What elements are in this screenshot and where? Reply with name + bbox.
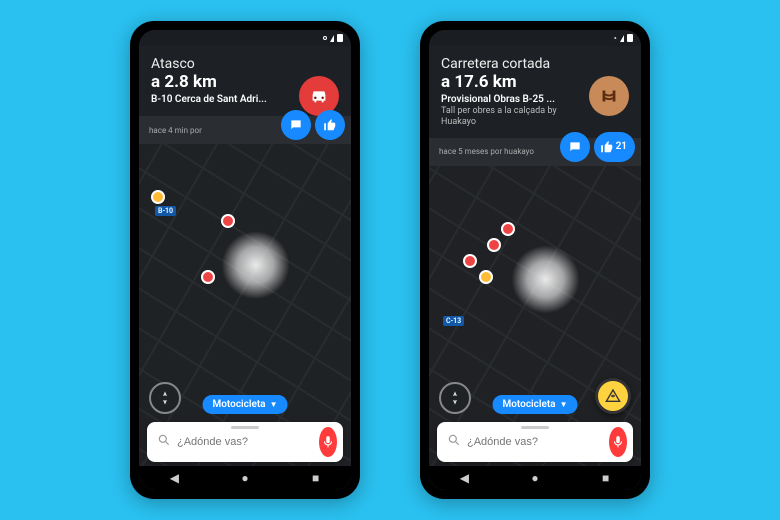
search-input[interactable]: [467, 436, 609, 448]
map-poi-icon[interactable]: [201, 270, 215, 284]
vehicle-chip[interactable]: Motocicleta ▼: [203, 395, 288, 414]
alert-card[interactable]: Atasco a 2.8 km B-10 Cerca de Sant Adri.…: [139, 46, 351, 116]
battery-icon: [337, 34, 343, 42]
map-poi-icon[interactable]: [151, 190, 165, 204]
phone-screen: ◔ Carretera cortada a 17.6 km Provisiona…: [429, 30, 641, 490]
map-canvas[interactable]: C-13 Motocicleta ▼: [429, 166, 641, 490]
map-poi-icon[interactable]: [501, 222, 515, 236]
alert-meta: hace 4 min por: [139, 116, 351, 144]
alert-card[interactable]: Carretera cortada a 17.6 km Provisional …: [429, 46, 641, 138]
vehicle-label: Motocicleta: [213, 399, 266, 410]
like-button[interactable]: [315, 110, 345, 140]
like-button[interactable]: 21: [594, 132, 635, 162]
voice-search-button[interactable]: [609, 427, 627, 457]
comment-button[interactable]: [281, 110, 311, 140]
alert-meta: hace 5 meses por huakayo 21: [429, 138, 641, 166]
drag-handle-icon[interactable]: [231, 426, 259, 429]
alert-subtitle: Tall per obres a la calçada by Huakayo: [441, 106, 571, 128]
alert-road: B-10 Cerca de Sant Adri...: [151, 94, 281, 105]
map-poi-icon[interactable]: [487, 238, 501, 252]
search-icon: [447, 433, 461, 451]
android-navbar: ◀ ● ■: [429, 466, 641, 490]
recents-icon[interactable]: ■: [306, 471, 326, 485]
map-canvas[interactable]: B-10 Motocicleta ▼: [139, 144, 351, 490]
alert-title: Carretera cortada: [441, 56, 629, 72]
phone-frame: Atasco a 2.8 km B-10 Cerca de Sant Adri.…: [130, 21, 360, 499]
signal-icon: [620, 35, 624, 42]
vehicle-label: Motocicleta: [503, 399, 556, 410]
road-closure-icon: [589, 76, 629, 116]
alert-time: hace 4 min por: [149, 126, 202, 135]
phone-frame: ◔ Carretera cortada a 17.6 km Provisiona…: [420, 21, 650, 499]
road-shield: B-10: [155, 206, 176, 216]
search-icon: [157, 433, 171, 451]
back-icon[interactable]: ◀: [164, 471, 184, 485]
road-shield: C-13: [443, 316, 464, 326]
status-bar: [139, 30, 351, 46]
map-poi-icon[interactable]: [479, 270, 493, 284]
status-bar: ◔: [429, 30, 641, 46]
report-button[interactable]: [595, 378, 631, 414]
search-input[interactable]: [177, 436, 319, 448]
vehicle-chip[interactable]: Motocicleta ▼: [493, 395, 578, 414]
comment-button[interactable]: [560, 132, 590, 162]
phone-screen: Atasco a 2.8 km B-10 Cerca de Sant Adri.…: [139, 30, 351, 490]
search-bar[interactable]: [437, 422, 633, 462]
clock-icon: ◔: [612, 34, 617, 43]
battery-icon: [627, 34, 633, 42]
like-count: 21: [616, 141, 627, 152]
location-icon: [323, 36, 327, 40]
voice-search-button[interactable]: [319, 427, 337, 457]
drag-handle-icon[interactable]: [521, 426, 549, 429]
back-icon[interactable]: ◀: [454, 471, 474, 485]
alert-title: Atasco: [151, 56, 339, 72]
alert-road: Provisional Obras B-25 ...: [441, 94, 571, 105]
alert-time: hace 5 meses por huakayo: [439, 147, 534, 156]
android-navbar: ◀ ● ■: [139, 466, 351, 490]
map-poi-icon[interactable]: [221, 214, 235, 228]
recents-icon[interactable]: ■: [596, 471, 616, 485]
home-icon[interactable]: ●: [235, 471, 255, 485]
search-bar[interactable]: [147, 422, 343, 462]
chevron-down-icon: ▼: [560, 400, 568, 409]
chevron-down-icon: ▼: [270, 400, 278, 409]
signal-icon: [330, 35, 334, 42]
home-icon[interactable]: ●: [525, 471, 545, 485]
map-poi-icon[interactable]: [463, 254, 477, 268]
recenter-button[interactable]: [149, 382, 181, 414]
recenter-button[interactable]: [439, 382, 471, 414]
